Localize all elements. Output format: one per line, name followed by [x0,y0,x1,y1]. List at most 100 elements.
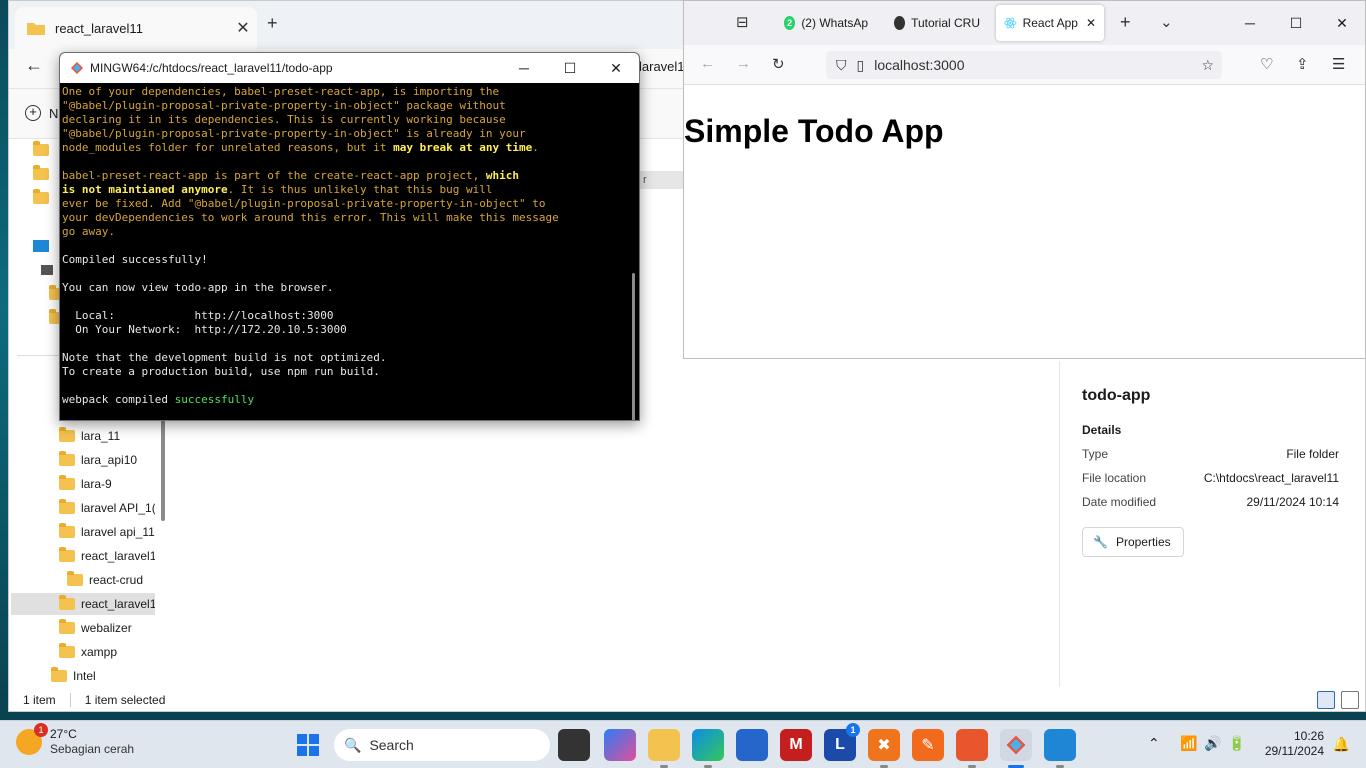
notification-badge: 1 [846,723,860,737]
wifi-icon[interactable]: 📶 [1180,735,1197,752]
battery-icon[interactable]: 🔋 [1228,735,1245,752]
copilot-icon[interactable] [604,729,636,761]
tab-whatsapp[interactable]: 2 (2) WhatsAp [776,5,876,41]
task-view-icon[interactable] [558,729,590,761]
extensions-icon[interactable]: ⇪ [1296,55,1309,73]
mcafee-icon[interactable]: M [780,729,812,761]
minimize-button[interactable]: ─ [501,53,547,83]
terminal-line: your devDependencies to work around this… [62,211,559,224]
new-tab-button[interactable]: + [267,13,278,34]
firefox-window: ⊟ 2 (2) WhatsAp Tutorial CRU React App ✕… [683,0,1366,359]
new-button[interactable]: + N [25,105,58,121]
details-title: todo-app [1082,387,1151,404]
folder-icon [33,165,49,180]
vscode-icon[interactable] [1044,729,1076,761]
details-value: File folder [1286,447,1339,461]
properties-label: Properties [1115,535,1171,549]
folder-icon [59,499,75,514]
folder-icon [27,23,45,35]
git-bash-icon[interactable] [1000,729,1032,761]
reload-icon[interactable]: ↻ [772,55,785,73]
volume-icon[interactable]: 🔊 [1204,735,1221,752]
sidebar-item-label: lara_11 [81,429,121,443]
tab-react-app[interactable]: React App ✕ [996,5,1104,41]
sidebar-folder-xampp[interactable]: xampp [59,641,155,663]
terminal-line: babel-preset-react-app is part of the cr… [62,169,519,182]
maximize-button[interactable]: ☐ [1273,1,1319,45]
tiles-view-icon[interactable] [1341,691,1359,709]
close-button[interactable]: ✕ [593,53,639,83]
xampp-icon[interactable]: ✖ [868,729,900,761]
sidebar-folder-lara-api10[interactable]: lara_api10 [59,449,155,471]
firefox-icon[interactable] [956,729,988,761]
sidebar-item-label: react-crud [89,573,144,587]
terminal-output[interactable]: One of your dependencies, babel-preset-r… [62,85,622,420]
url-text: localhost:3000 [874,57,965,73]
time: 10:26 [1293,729,1324,743]
sidebar-item-label: laravel api_11 [81,525,155,539]
teams-icon[interactable]: L1 [824,723,860,761]
address-bar[interactable]: laravel1 [639,59,685,74]
url-bar[interactable]: ⛉ ▯ localhost:3000 ☆ [826,51,1222,79]
search-icon: 🔍 [344,736,362,753]
page-heading: Simple Todo App [684,113,944,149]
shield-icon: ⛉ [836,56,847,73]
pocket-icon[interactable]: ♡ [1260,55,1273,73]
temperature: 27°C [50,727,77,741]
terminal-line: is not maintianed anymore. It is thus un… [62,183,493,196]
sidebar-item-label: Intel [73,669,96,683]
store-icon[interactable] [736,729,768,761]
folder-icon [59,619,75,634]
details-row: File location C:\htdocs\react_laravel11 [1082,471,1339,485]
forward-arrow-icon[interactable]: → [736,55,751,72]
details-key: Date modified [1082,495,1157,509]
close-tab-icon[interactable]: ✕ [229,18,257,38]
terminal-line: declaring it in its dependencies. This i… [62,113,506,126]
terminal-title: MINGW64:/c/htdocs/react_laravel11/todo-a… [90,61,333,75]
maximize-button[interactable]: ☐ [547,53,593,83]
back-arrow-icon[interactable]: ← [25,55,43,76]
properties-button[interactable]: 🔧 Properties [1082,527,1184,557]
start-button[interactable] [292,729,324,761]
tab-label: React App [1022,16,1078,30]
terminal-line: go away. [62,225,115,238]
whatsapp-icon: 2 [784,16,796,30]
menu-icon[interactable]: ☰ [1332,55,1345,73]
chevron-up-icon[interactable]: ⌃ [1148,735,1160,752]
sidebar-folder-intel[interactable]: Intel [51,665,155,687]
sidebar-folder-laravel-api-10[interactable]: laravel API_1( [59,497,155,519]
close-tab-icon[interactable]: ✕ [1086,16,1096,30]
folder-icon [59,595,75,610]
close-button[interactable]: ✕ [1319,1,1365,45]
terminal-scrollbar[interactable] [632,273,635,420]
sidebar-folder-lara-11[interactable]: lara_11 [59,425,155,447]
explorer-tab[interactable]: react_laravel11 ✕ [15,7,257,49]
folder-icon [33,141,49,156]
back-arrow-icon[interactable]: ← [700,55,715,72]
star-icon[interactable]: ☆ [1201,57,1214,74]
postman-icon[interactable]: ✎ [912,729,944,761]
sidebar-folder-lara-9[interactable]: lara-9 [59,473,155,495]
sidebar-folder-react-laravel11-selected[interactable]: react_laravel1 [11,593,155,615]
details-view-icon[interactable] [1317,691,1335,709]
edge-icon[interactable] [692,729,724,761]
explorer-statusbar: 1 item 1 item selected [9,687,1365,713]
terminal-line: "@babel/plugin-proposal-private-property… [62,127,526,140]
sidebar-folder-react-laravel[interactable]: react_laravel1 [59,545,155,567]
tab-overview-icon[interactable]: ⊟ [736,13,749,31]
sidebar-folder-webalizer[interactable]: webalizer [59,617,155,639]
sidebar-folder-react-crud[interactable]: react-crud [67,569,155,591]
chevron-down-icon[interactable]: ⌄ [1160,13,1173,31]
notification-bell-icon[interactable]: 🔔 [1333,736,1350,753]
taskbar-search[interactable]: 🔍 Search [334,729,550,761]
tab-label: Tutorial CRU [911,16,980,30]
folder-icon [59,547,75,562]
clock[interactable]: 10:26 29/11/2024 [1265,729,1324,759]
minimize-button[interactable]: ─ [1227,1,1273,45]
tab-github[interactable]: Tutorial CRU [886,5,988,41]
sidebar-folder-laravel-api-11[interactable]: laravel api_11 [59,521,155,543]
weather-widget[interactable]: 1 27°C Sebagian cerah [16,723,134,757]
file-explorer-icon[interactable] [648,729,680,761]
new-tab-button[interactable]: + [1120,12,1131,33]
